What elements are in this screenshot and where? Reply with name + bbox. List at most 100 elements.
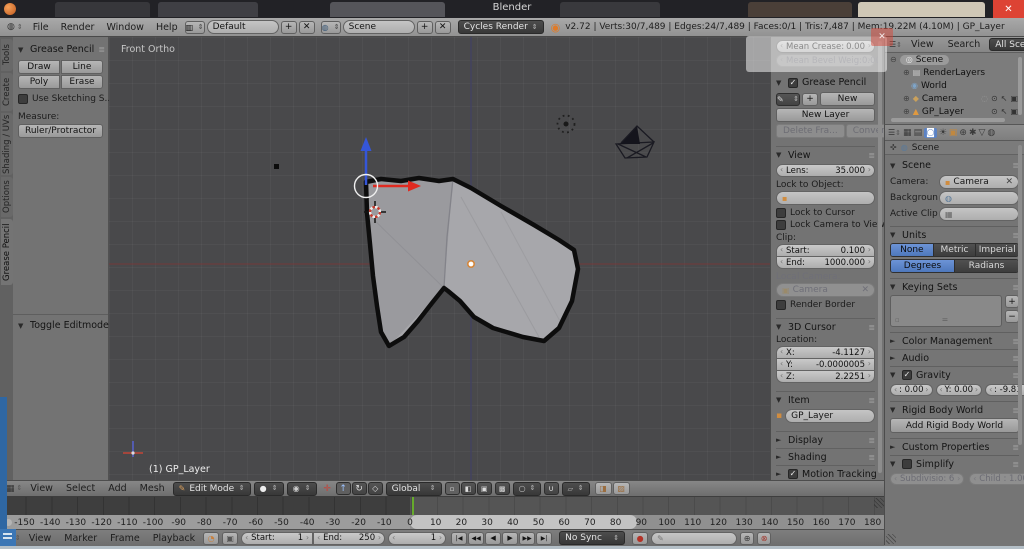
timeline-ruler[interactable]: -150-140-130-120-110-100-90-80-70-60-50-… [0,515,884,529]
timeline-playback-menu[interactable]: Playback [148,533,200,544]
render-restrict-icon[interactable]: ◌ [981,94,988,103]
tab-object[interactable]: ▣ [949,128,958,138]
mean-crease-slider[interactable]: Mean Crease:0.00 [776,40,875,53]
next-keyframe-button[interactable]: ▶▶ [519,532,535,545]
gp-enabled-checkbox[interactable]: ✓ [788,78,798,88]
outliner-filter-selector[interactable]: All Scenes [989,38,1024,51]
tab-render[interactable]: ▦ [903,128,912,138]
tab-scene[interactable]: ◙ [924,128,937,138]
render-engine-selector[interactable]: Cycles Render⇕ [458,20,544,34]
outliner-item-gp-layer[interactable]: ⊕ ▲ GP_Layer ⊙↖▣ [885,105,1024,118]
keying-sets-list[interactable]: ▫ = [890,295,1002,327]
time-cursor-button[interactable]: ◔ [203,532,219,545]
delete-keyframe-button[interactable]: ⊗ [757,532,771,545]
gp-draw-button[interactable]: Draw [18,60,60,74]
play-button[interactable]: ▶ [502,532,518,545]
camera-restrict-icon[interactable]: ▣ [1010,94,1018,103]
units-radians-button[interactable]: Radians [955,260,1018,272]
clip-end-slider[interactable]: End:1000.000 [776,256,875,269]
shading-panel-header[interactable]: ► Shading≣ [776,448,875,463]
translate-manipulator-button[interactable]: ↑ [336,482,351,495]
color-management-panel-header[interactable]: ► Color Management≣ [890,332,1019,347]
tab-grease-pencil[interactable]: Grease Pencil [1,219,13,285]
proportional-edit-selector[interactable]: ○⇕ [513,482,541,496]
active-clip-field[interactable]: ▦ [939,207,1019,221]
auto-keyframe-button[interactable]: ● [632,532,648,545]
help-menu[interactable]: Help [151,22,183,33]
close-window-button[interactable]: ✕ [993,0,1024,18]
scale-manipulator-button[interactable]: ◇ [368,482,383,495]
item-name-field[interactable]: GP_Layer [785,409,875,423]
expand-toggle-icon[interactable]: ⊖ [890,55,897,64]
expand-toggle-icon[interactable]: ⊕ [903,68,910,77]
jump-to-end-button[interactable]: ▶| [536,532,552,545]
lock-camera-row[interactable]: Lock Camera to View [776,220,875,230]
simplify-child-slider[interactable]: Child : 1.000 [969,473,1024,485]
use-sketching-checkbox-row[interactable]: Use Sketching S... [18,94,103,104]
scene-selector[interactable]: Scene [343,20,415,34]
screen-layout-icon-button[interactable]: ▥⇕ [185,21,205,34]
gravity-y-slider[interactable]: Y: 0.00 [936,384,983,396]
eye-icon[interactable]: ⊙ [991,107,998,116]
n-panel-scrollbar[interactable] [878,41,882,473]
scene-panel-header[interactable]: ▼ Scene≣ [890,158,1019,173]
properties-editor-icon[interactable]: ☰⇕ [888,128,901,137]
snap-element-selector[interactable]: ▱⇕ [562,482,590,496]
play-reverse-button[interactable]: ◀ [485,532,501,545]
motion-tracking-panel-header[interactable]: ► ✓ Motion Tracking [776,465,875,480]
current-frame-field[interactable]: 1 [388,532,446,545]
gravity-x-slider[interactable]: : 0.00 [890,384,933,396]
scene-camera-field[interactable]: ▪ Camera ✕ [939,175,1019,189]
gravity-checkbox[interactable]: ✓ [902,370,912,380]
render-border-row[interactable]: Render Border [776,300,875,310]
select-menu[interactable]: Select [61,483,100,494]
window-menu[interactable]: Window [101,22,148,33]
timeline-marker-menu[interactable]: Marker [59,533,102,544]
outliner-search-menu[interactable]: Search [943,39,986,50]
jump-to-start-button[interactable]: |◀ [451,532,467,545]
eye-icon[interactable]: ⊙ [991,94,998,103]
tab-data[interactable]: ▽ [979,128,986,138]
gp-add-button[interactable]: + [802,93,818,106]
frame-end-field[interactable]: End:250 [313,532,385,545]
add-menu[interactable]: Add [103,483,131,494]
view-panel-header[interactable]: ▼ View≣ [776,146,875,161]
current-frame-line[interactable] [412,497,414,515]
pointer-icon[interactable]: ↖ [1001,94,1008,103]
ruler-protractor-button[interactable]: Ruler/Protractor [18,124,103,138]
timeline-view-menu[interactable]: View [24,533,57,544]
tab-modifiers[interactable]: ✱ [969,128,977,138]
remove-scene-button[interactable]: ✕ [435,21,451,34]
outliner-view-menu[interactable]: View [906,39,939,50]
file-menu[interactable]: File [28,22,54,33]
tab-render-layers[interactable]: ▤ [914,128,923,138]
add-scene-button[interactable]: + [417,21,433,34]
gp-draw-mode-button[interactable]: ✎⇕ [776,93,800,106]
viewport-3d[interactable]: Front Ortho (1) GP_Layer [109,37,770,480]
rigid-body-panel-header[interactable]: ▼ Rigid Body World≣ [890,401,1019,416]
viewport-canvas[interactable] [109,37,770,480]
keying-sets-panel-header[interactable]: ▼ Keying Sets≣ [890,278,1019,293]
region-resize-grip[interactable] [874,498,884,508]
item-panel-header[interactable]: ▼ Item≣ [776,391,875,406]
insert-keyframe-button[interactable]: ⊕ [740,532,754,545]
sync-mode-selector[interactable]: No Sync⇕ [559,531,625,545]
tab-material[interactable]: ◍ [987,128,995,138]
lamp-object[interactable] [558,116,575,133]
lock-time-button[interactable]: ▣ [222,532,238,545]
snap-toggle-button[interactable]: ∪ [544,482,559,495]
opengl-render-anim-button[interactable]: ▨ [613,482,630,495]
mean-bevel-slider[interactable]: Mean Bevel Weig:0.00 [776,54,875,67]
motion-tracking-checkbox[interactable]: ✓ [788,469,798,479]
outliner-hscrollbar[interactable] [891,118,1005,122]
tab-world[interactable]: ☀ [939,128,947,138]
cursor-panel-header[interactable]: ▼ 3D Cursor≣ [776,318,875,333]
gp-panel-header[interactable]: ▼ ✓ Grease Pencil [776,75,875,90]
properties-scrollbar[interactable] [1018,145,1022,445]
camera-restrict-icon[interactable]: ▣ [1010,107,1018,116]
scene-icon-button[interactable]: ◍⇕ [321,21,341,34]
pointer-icon[interactable]: ↖ [1001,107,1008,116]
screen-layout-selector[interactable]: Default [207,20,279,34]
outliner-item-renderlayers[interactable]: ⊕ ▤ RenderLayers [885,66,1024,79]
cursor-z-slider[interactable]: Z:2.2251 [776,370,875,383]
